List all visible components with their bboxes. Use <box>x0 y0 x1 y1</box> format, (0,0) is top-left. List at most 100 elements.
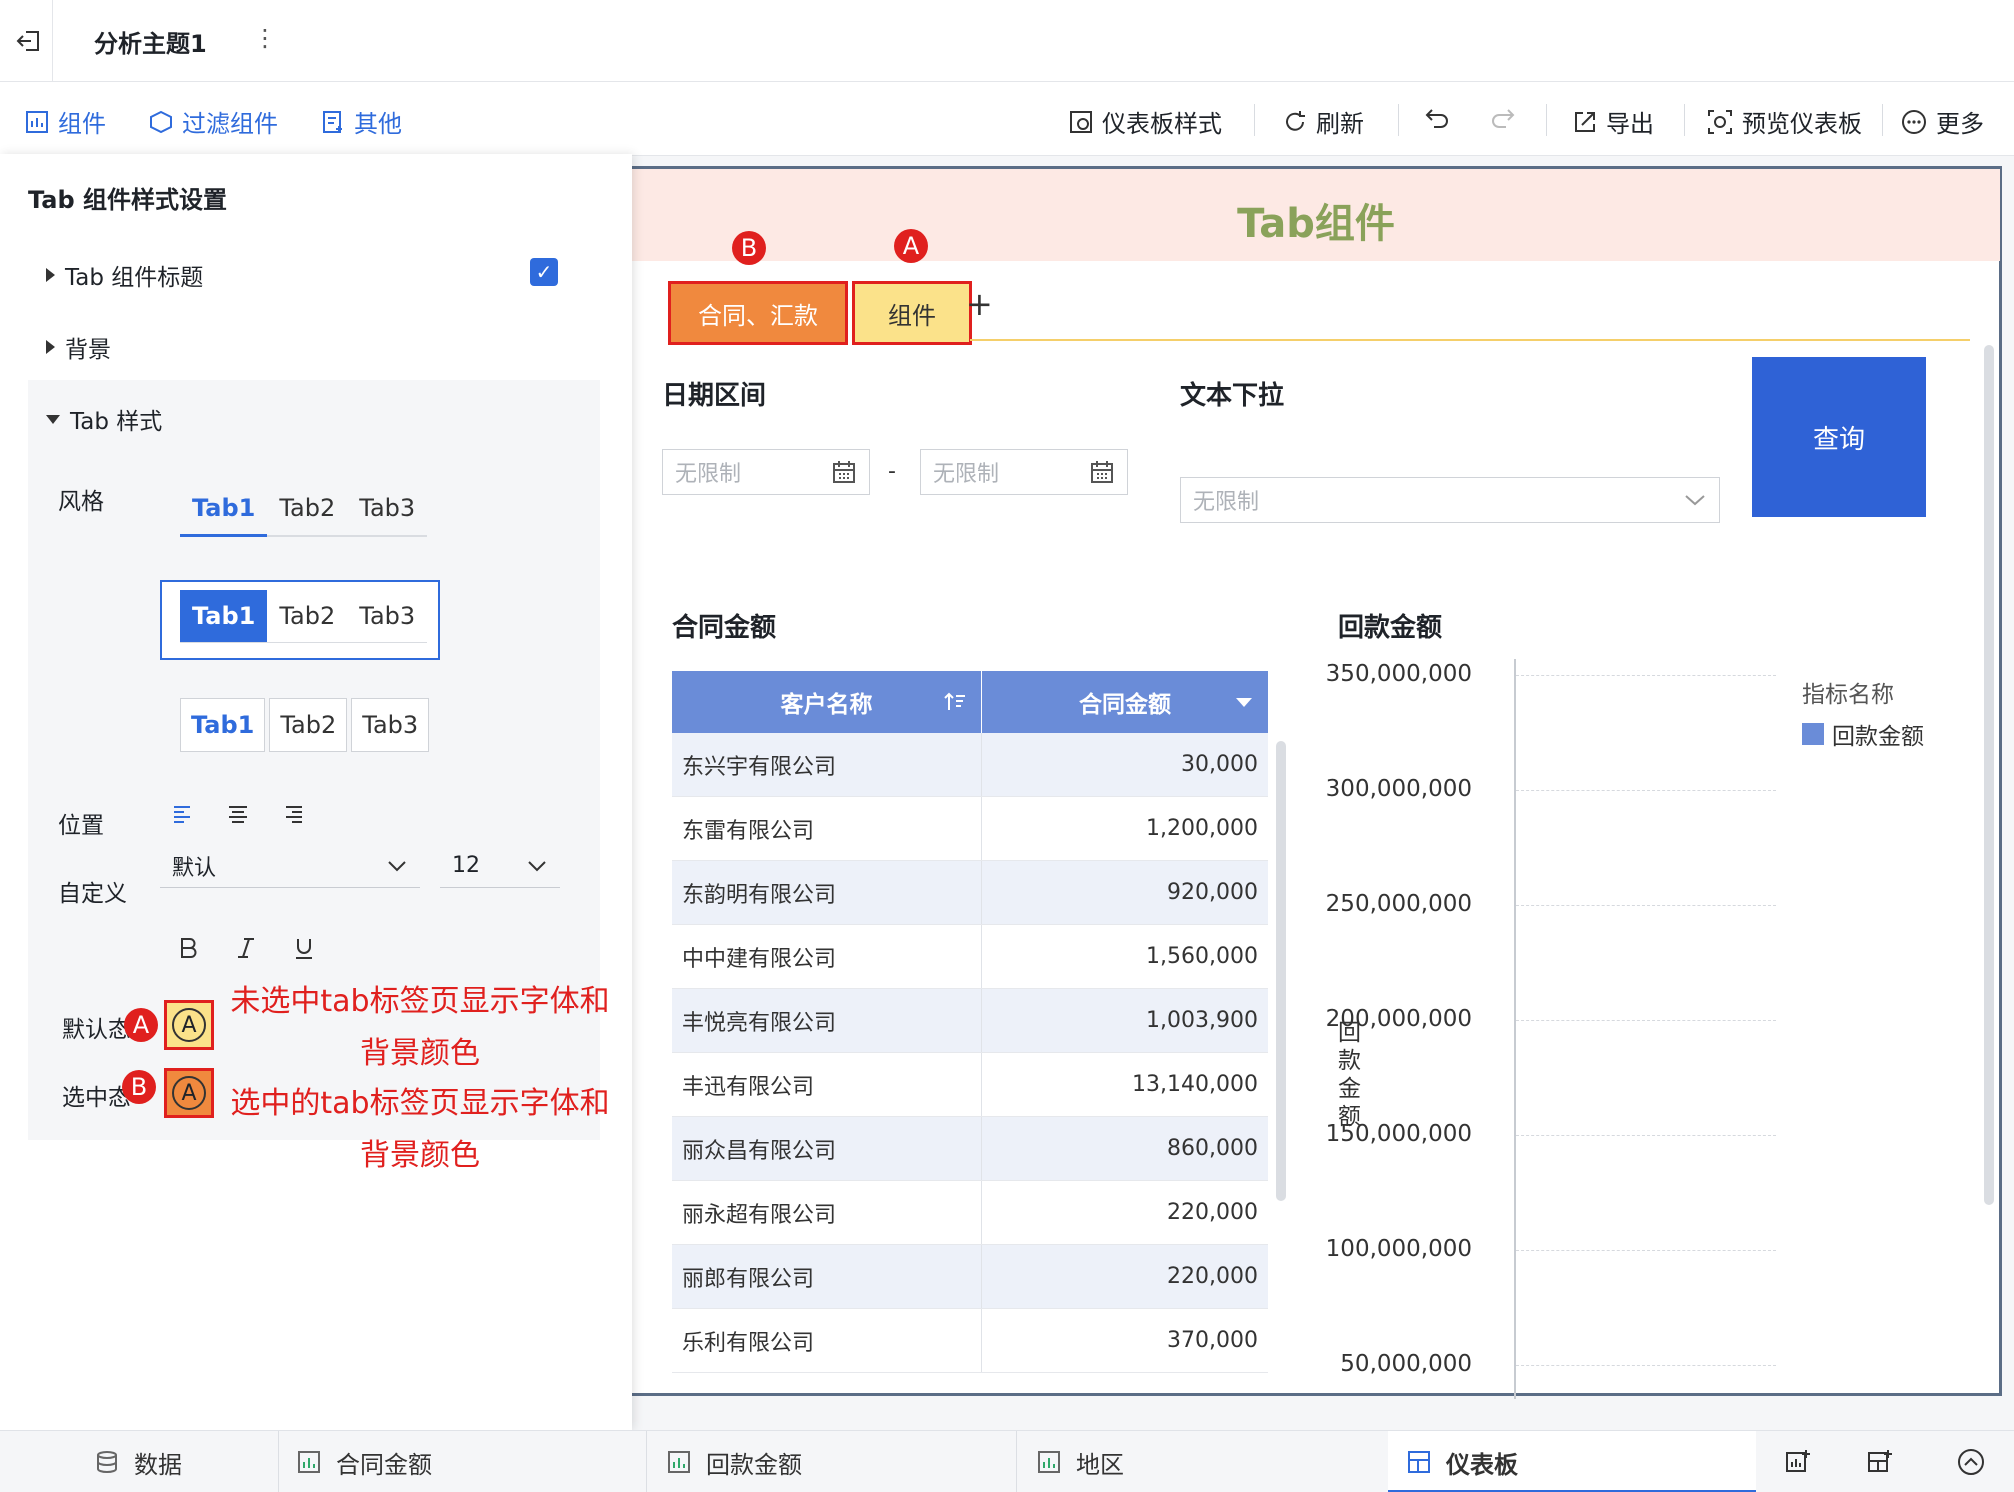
align-left-icon[interactable] <box>172 802 196 826</box>
page-title[interactable]: 分析主题1 <box>94 24 207 59</box>
more-icon <box>1902 109 1926 134</box>
filter-widget-button[interactable]: 过滤组件 <box>148 104 278 139</box>
selected-state-color-swatch[interactable]: A <box>164 1068 214 1118</box>
cell-customer: 乐利有限公司 <box>672 1309 982 1372</box>
custom-label: 自定义 <box>58 881 127 907</box>
table-row[interactable]: 丰迅有限公司 13,140,000 <box>672 1053 1268 1117</box>
more-button[interactable]: 更多 <box>1900 104 1984 139</box>
header-customer-label: 客户名称 <box>780 692 873 718</box>
default-state-note-line2: 背景颜色 <box>360 1036 480 1071</box>
section-background[interactable]: 背景 <box>46 330 111 364</box>
dropdown-triangle-icon[interactable] <box>1236 696 1252 708</box>
refresh-button[interactable]: 刷新 <box>1282 104 1364 139</box>
y-tick-label: 50,000,000 <box>1340 1351 1472 1377</box>
date-end-input[interactable]: 无限制 <box>920 449 1128 495</box>
sort-icon[interactable] <box>943 690 967 714</box>
table-row[interactable]: 东兴宇有限公司 30,000 <box>672 733 1268 797</box>
text-dropdown-label: 文本下拉 <box>1180 381 1285 411</box>
underline-icon[interactable] <box>292 936 316 960</box>
badge-a: A <box>124 1008 158 1042</box>
cell-customer: 丽永超有限公司 <box>672 1181 982 1244</box>
other-button[interactable]: 其他 <box>320 104 402 139</box>
align-right-icon[interactable] <box>280 802 304 826</box>
style-option-underline[interactable]: Tab1 Tab2 Tab3 <box>180 494 428 537</box>
style-option-filled[interactable]: Tab1 Tab2 Tab3 <box>160 580 440 660</box>
redo-button[interactable] <box>1488 104 1516 132</box>
tab-title-checkbox[interactable]: ✓ <box>530 258 558 286</box>
header-amount[interactable]: 合同金额 <box>982 671 1268 733</box>
cell-customer: 丰悦亮有限公司 <box>672 989 982 1052</box>
y-tick-label: 200,000,000 <box>1325 1006 1472 1032</box>
font-select[interactable]: 默认 <box>160 844 420 888</box>
payment-chart-title: 回款金额 <box>1338 613 1443 643</box>
table-row[interactable]: 丽众昌有限公司 860,000 <box>672 1117 1268 1181</box>
position-label: 位置 <box>58 813 104 839</box>
section-tab-title[interactable]: Tab 组件标题 <box>46 258 203 292</box>
add-dashboard-icon <box>1868 1450 1892 1472</box>
preview-dashboard-label: 预览仪表板 <box>1742 110 1862 138</box>
refresh-label: 刷新 <box>1316 110 1364 138</box>
dashboard-style-icon <box>1070 110 1092 133</box>
widget-button[interactable]: 组件 <box>24 104 106 139</box>
exit-icon[interactable] <box>14 26 44 56</box>
bottom-tab-data[interactable]: 数据 <box>94 1431 182 1492</box>
bottom-tab-region[interactable]: 地区 <box>1036 1431 1124 1492</box>
badge-a: A <box>894 229 928 263</box>
font-size-select[interactable]: 12 <box>440 844 560 888</box>
bottom-tab-dashboard-label: 仪表板 <box>1446 1450 1518 1479</box>
italic-icon[interactable] <box>234 936 258 960</box>
undo-button[interactable] <box>1424 104 1452 132</box>
undo-icon <box>1425 109 1448 128</box>
align-center-icon[interactable] <box>226 802 250 826</box>
table-row[interactable]: 乐利有限公司 370,000 <box>672 1309 1268 1373</box>
badge-b: B <box>732 231 766 265</box>
divider <box>1882 104 1883 136</box>
legend-item[interactable]: 回款金额 <box>1802 717 1924 751</box>
bottom-tab-payment[interactable]: 回款金额 <box>666 1431 802 1492</box>
default-state-color-swatch[interactable]: A <box>164 1000 214 1050</box>
collapse-button[interactable] <box>1956 1431 1986 1492</box>
font-color-a-icon: A <box>172 1008 206 1042</box>
y-gridline <box>1516 905 1776 906</box>
cell-customer: 丽众昌有限公司 <box>672 1117 982 1180</box>
font-select-value: 默认 <box>172 855 217 881</box>
bottom-tab-payment-label: 回款金额 <box>706 1450 802 1479</box>
badge-b: B <box>122 1070 156 1104</box>
style-option-boxed[interactable]: Tab1 Tab2 Tab3 <box>180 698 433 752</box>
header-amount-label: 合同金额 <box>1079 692 1171 718</box>
text-dropdown[interactable]: 无限制 <box>1180 477 1720 523</box>
tab-underline <box>970 339 1970 341</box>
table-row[interactable]: 东韵明有限公司 920,000 <box>672 861 1268 925</box>
dashboard-style-button[interactable]: 仪表板样式 <box>1068 104 1222 139</box>
export-label: 导出 <box>1606 110 1654 138</box>
tab-widget[interactable]: 组件 <box>852 281 972 345</box>
table-row[interactable]: 中中建有限公司 1,560,000 <box>672 925 1268 989</box>
divider <box>646 1431 647 1492</box>
y-gridline <box>1516 1250 1776 1251</box>
preview-dashboard-button[interactable]: 预览仪表板 <box>1706 104 1862 139</box>
more-vertical-icon[interactable]: ⋮ <box>253 24 277 52</box>
add-tab-button[interactable]: + <box>966 285 993 323</box>
calendar-icon <box>1091 461 1113 483</box>
table-row[interactable]: 东雷有限公司 1,200,000 <box>672 797 1268 861</box>
toolbar: 组件 过滤组件 其他 仪表板样式 刷新 导出 预览仪表板 更多 <box>0 82 2014 156</box>
tab-contract-payment[interactable]: 合同、汇款 <box>668 281 848 345</box>
date-start-input[interactable]: 无限制 <box>662 449 870 495</box>
query-button[interactable]: 查询 <box>1752 357 1926 517</box>
title-bar: 分析主题1 ⋮ <box>0 0 2014 82</box>
add-chart-button[interactable] <box>1784 1431 1812 1492</box>
style2-tab2: Tab2 <box>279 602 336 630</box>
bold-icon[interactable] <box>176 936 200 960</box>
table-scrollbar[interactable] <box>1276 741 1286 1201</box>
section-tab-style[interactable]: Tab 样式 <box>46 402 162 436</box>
add-chart-icon <box>1786 1450 1810 1472</box>
table-row[interactable]: 丽永超有限公司 220,000 <box>672 1181 1268 1245</box>
bottom-tab-dashboard[interactable]: 仪表板 <box>1406 1431 1518 1492</box>
dashboard-scrollbar[interactable] <box>1984 345 1994 1205</box>
table-row[interactable]: 丽郎有限公司 220,000 <box>672 1245 1268 1309</box>
header-customer[interactable]: 客户名称 <box>672 671 982 733</box>
export-button[interactable]: 导出 <box>1572 104 1654 139</box>
bottom-tab-contract[interactable]: 合同金额 <box>296 1431 432 1492</box>
add-dashboard-button[interactable] <box>1866 1431 1894 1492</box>
table-row[interactable]: 丰悦亮有限公司 1,003,900 <box>672 989 1268 1053</box>
